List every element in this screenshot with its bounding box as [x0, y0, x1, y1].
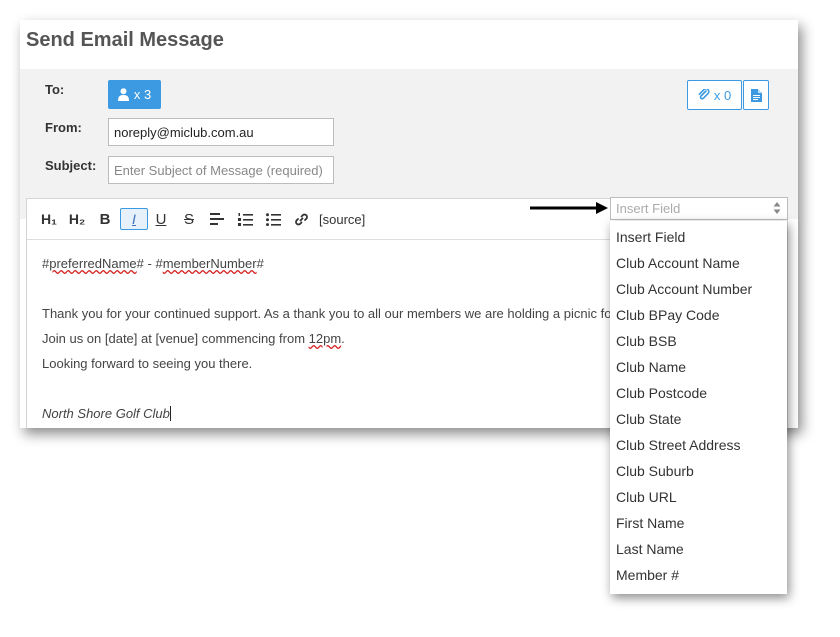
insert-field-placeholder: Insert Field: [616, 201, 681, 216]
subject-field[interactable]: [108, 156, 334, 184]
dropdown-option[interactable]: First Name: [616, 515, 684, 531]
from-label: From:: [45, 120, 82, 135]
text-segment: .: [341, 331, 345, 346]
merge-fields-line: #preferredName# - #memberNumber#: [42, 255, 611, 280]
link-button[interactable]: [291, 209, 311, 229]
dropdown-option[interactable]: Insert Field: [616, 229, 685, 245]
attachments-count: x 0: [713, 87, 732, 103]
dropdown-option[interactable]: Last Name: [616, 541, 684, 557]
dropdown-option[interactable]: Club Account Name: [616, 255, 740, 271]
user-icon: [117, 88, 129, 101]
source-button[interactable]: [source]: [319, 209, 365, 229]
dropdown-option[interactable]: Club Name: [616, 359, 686, 375]
bullet-list-icon: [265, 212, 281, 226]
signature-text: North Shore Golf Club: [42, 406, 170, 421]
align-left-button[interactable]: [207, 209, 227, 229]
bullet-list-button[interactable]: [263, 209, 283, 229]
arrow-annotation: [530, 202, 608, 214]
insert-field-select[interactable]: Insert Field: [610, 197, 788, 220]
strikethrough-button[interactable]: S: [179, 209, 199, 229]
dialog-title: Send Email Message: [26, 29, 224, 51]
underline-button[interactable]: U: [151, 209, 171, 229]
bold-button[interactable]: B: [95, 209, 115, 229]
dropdown-option[interactable]: Club Account Number: [616, 281, 752, 297]
document-icon: [750, 88, 762, 102]
link-icon: [294, 213, 308, 225]
message-body[interactable]: #preferredName# - #memberNumber# Thank y…: [42, 255, 611, 428]
text-cursor: [169, 406, 171, 421]
heading2-button[interactable]: H₂: [67, 209, 87, 229]
recipients-button[interactable]: x 3: [108, 80, 161, 109]
empty-line: [42, 280, 611, 305]
align-left-icon: [210, 213, 224, 225]
time-text: 12pm: [308, 331, 342, 346]
dropdown-option[interactable]: Club State: [616, 411, 681, 427]
dropdown-option[interactable]: Club Postcode: [616, 385, 707, 401]
paperclip-icon: [698, 89, 710, 100]
text-segment: Join us on [date] at [venue] commencing …: [42, 331, 309, 346]
from-field[interactable]: [108, 118, 334, 146]
dropdown-option[interactable]: Member #: [616, 567, 679, 583]
ordered-list-button[interactable]: [235, 209, 255, 229]
to-label: To:: [45, 82, 65, 97]
dropdown-option[interactable]: Club Street Address: [616, 437, 741, 453]
text-segment: #: [256, 256, 264, 271]
template-document-button[interactable]: [743, 80, 769, 110]
sort-arrows-icon: [773, 202, 781, 214]
subject-label: Subject:: [45, 158, 97, 173]
preferred-name-field: preferredName: [49, 256, 137, 271]
heading1-button[interactable]: H₁: [39, 209, 59, 229]
recipients-count: x 3: [133, 87, 152, 102]
italic-button[interactable]: I: [120, 208, 148, 230]
empty-line: [42, 380, 611, 405]
message-line-thanks: Thank you for your continued support. As…: [42, 306, 612, 321]
text-segment: # - #: [136, 256, 163, 271]
attachments-button[interactable]: x 0: [687, 80, 742, 110]
insert-field-dropdown: Insert Field Club Account Name Club Accoun…: [610, 221, 787, 594]
dropdown-option[interactable]: Club URL: [616, 489, 677, 505]
member-number-field: memberNumber: [162, 256, 257, 271]
message-line-closing: Looking forward to seeing you there.: [42, 356, 253, 371]
message-line-invite: Join us on [date] at [venue] commencing …: [42, 330, 611, 355]
dropdown-option[interactable]: Club Suburb: [616, 463, 694, 479]
ordered-list-icon: [237, 212, 253, 226]
signature-line: North Shore Golf Club: [42, 405, 611, 428]
dropdown-option[interactable]: Club BSB: [616, 333, 677, 349]
dropdown-option[interactable]: Club BPay Code: [616, 307, 720, 323]
